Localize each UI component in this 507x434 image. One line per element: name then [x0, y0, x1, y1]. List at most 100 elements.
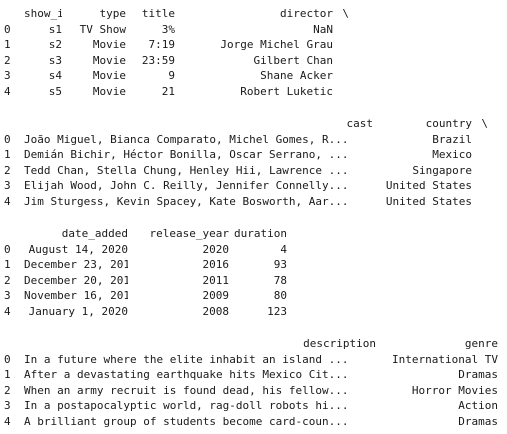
index-header — [4, 6, 24, 22]
column-header-title: title — [141, 7, 175, 20]
dataframe-block-4: description genre 0 In a future where th… — [4, 336, 507, 429]
row-index: 1 — [4, 148, 11, 161]
cell-cast: Tedd Chan, Stella Chung, Henley Hii, Law… — [24, 163, 349, 177]
row-index: 1 — [4, 38, 11, 51]
cell-director: Shane Acker — [260, 69, 333, 82]
table-row: 2 Tedd Chan, Stella Chung, Henley Hii, L… — [4, 163, 507, 179]
table-row: 3 In a postapocalyptic world, rag-doll r… — [4, 398, 507, 414]
index-header — [4, 226, 24, 242]
cell-type: Movie — [92, 38, 126, 51]
cell-description: A brilliant group of students become car… — [24, 414, 349, 428]
header-row: cast country \ — [4, 116, 507, 132]
cell-release-year: 2020 — [202, 242, 230, 256]
table-row: 4 Jim Sturgess, Kevin Spacey, Kate Boswo… — [4, 194, 507, 210]
cell-cast: Elijah Wood, John C. Reilly, Jennifer Co… — [24, 179, 349, 192]
table-row: 0 s1 TV Show 3% NaN — [4, 22, 507, 38]
table-row: 2 December 20, 2018 2011 78 — [4, 273, 507, 289]
table-row: 1 After a devastating earthquake hits Me… — [4, 367, 507, 383]
cell-type: Movie — [92, 53, 126, 67]
cell-duration: 78 — [273, 273, 287, 287]
cell-type: Movie — [92, 84, 126, 98]
dataframe-block-3: date_added release_year duration 0 Augus… — [4, 226, 507, 319]
column-header-show-id: show_id — [24, 7, 62, 20]
row-index: 4 — [4, 194, 11, 208]
row-index: 3 — [4, 69, 11, 82]
cell-country: United States — [385, 194, 472, 208]
cell-release-year: 2008 — [202, 304, 230, 318]
cell-type: Movie — [92, 69, 126, 82]
column-header-cast: cast — [346, 117, 374, 130]
cell-show-id: s4 — [48, 69, 62, 82]
column-header-description: description — [303, 337, 376, 350]
cell-date-added: November 16, 2017 — [24, 289, 128, 302]
column-header-type: type — [99, 7, 127, 20]
table-row: 1 s2 Movie 7:19 Jorge Michel Grau — [4, 37, 507, 53]
row-index: 3 — [4, 289, 11, 302]
cell-cast: Demián Bichir, Héctor Bonilla, Oscar Ser… — [24, 148, 349, 161]
cell-country: Singapore — [412, 163, 472, 177]
table-row: 1 Demián Bichir, Héctor Bonilla, Oscar S… — [4, 147, 507, 163]
column-header-date-added: date_added — [61, 227, 128, 240]
index-header — [4, 336, 24, 352]
row-index: 3 — [4, 179, 11, 192]
cell-title: 7:19 — [148, 38, 176, 51]
table-row: 4 A brilliant group of students become c… — [4, 414, 507, 430]
row-index: 1 — [4, 258, 11, 271]
dataframe-output: show_id type title director \ 0 s1 TV Sh… — [0, 0, 507, 434]
table-row: 2 When an army recruit is found dead, hi… — [4, 383, 507, 399]
cell-title: 3% — [161, 22, 175, 36]
row-index: 3 — [4, 399, 11, 412]
row-index: 2 — [4, 163, 11, 177]
index-header — [4, 116, 24, 132]
cell-show-id: s2 — [48, 38, 62, 51]
dataframe-block-2: cast country \ 0 João Miguel, Bianca Com… — [4, 116, 507, 209]
cell-description: In a postapocalyptic world, rag-doll rob… — [24, 399, 349, 412]
cell-duration: 4 — [280, 242, 287, 256]
row-index: 4 — [4, 84, 11, 98]
cell-show-id: s5 — [48, 84, 62, 98]
cell-director: Robert Luketic — [240, 84, 333, 98]
cell-type: TV Show — [79, 22, 126, 36]
row-index: 0 — [4, 132, 11, 146]
cell-duration: 80 — [273, 289, 287, 302]
row-index: 2 — [4, 273, 11, 287]
header-row: date_added release_year duration — [4, 226, 507, 242]
cell-director: NaN — [313, 22, 333, 36]
cell-country: United States — [385, 179, 472, 192]
column-header-duration: duration — [234, 227, 287, 240]
row-index: 4 — [4, 414, 11, 428]
column-header-country: country — [425, 117, 472, 130]
cell-description: When an army recruit is found dead, his … — [24, 383, 349, 397]
table-row: 3 Elijah Wood, John C. Reilly, Jennifer … — [4, 178, 507, 194]
cell-genre: International TV — [392, 352, 498, 366]
column-header-director: director — [280, 7, 333, 20]
header-row: description genre — [4, 336, 507, 352]
row-index: 2 — [4, 53, 11, 67]
cell-release-year: 2009 — [202, 289, 230, 302]
continuation-marker: \ — [481, 117, 488, 130]
cell-date-added: August 14, 2020 — [28, 242, 128, 256]
column-header-genre: genre — [464, 337, 498, 350]
cell-director: Jorge Michel Grau — [220, 38, 333, 51]
cell-show-id: s3 — [48, 53, 62, 67]
table-row: 0 In a future where the elite inhabit an… — [4, 352, 507, 368]
cell-cast: Jim Sturgess, Kevin Spacey, Kate Boswort… — [24, 194, 349, 208]
table-row: 0 August 14, 2020 2020 4 — [4, 242, 507, 258]
cell-date-added: January 1, 2020 — [28, 304, 128, 318]
cell-title: 9 — [168, 69, 175, 82]
cell-date-added: December 23, 2016 — [24, 258, 128, 271]
header-row: show_id type title director \ — [4, 6, 507, 22]
cell-title: 21 — [161, 84, 175, 98]
table-row: 2 s3 Movie 23:59 Gilbert Chan — [4, 53, 507, 69]
row-index: 0 — [4, 22, 11, 36]
dataframe-block-1: show_id type title director \ 0 s1 TV Sh… — [4, 6, 507, 99]
cell-show-id: s1 — [48, 22, 62, 36]
row-index: 0 — [4, 352, 11, 366]
continuation-marker: \ — [342, 7, 349, 20]
table-row: 0 João Miguel, Bianca Comparato, Michel … — [4, 132, 507, 148]
cell-title: 23:59 — [141, 53, 175, 67]
table-row: 4 January 1, 2020 2008 123 — [4, 304, 507, 320]
cell-genre: Dramas — [458, 368, 498, 381]
cell-description: In a future where the elite inhabit an i… — [24, 352, 349, 366]
cell-duration: 93 — [273, 258, 287, 271]
